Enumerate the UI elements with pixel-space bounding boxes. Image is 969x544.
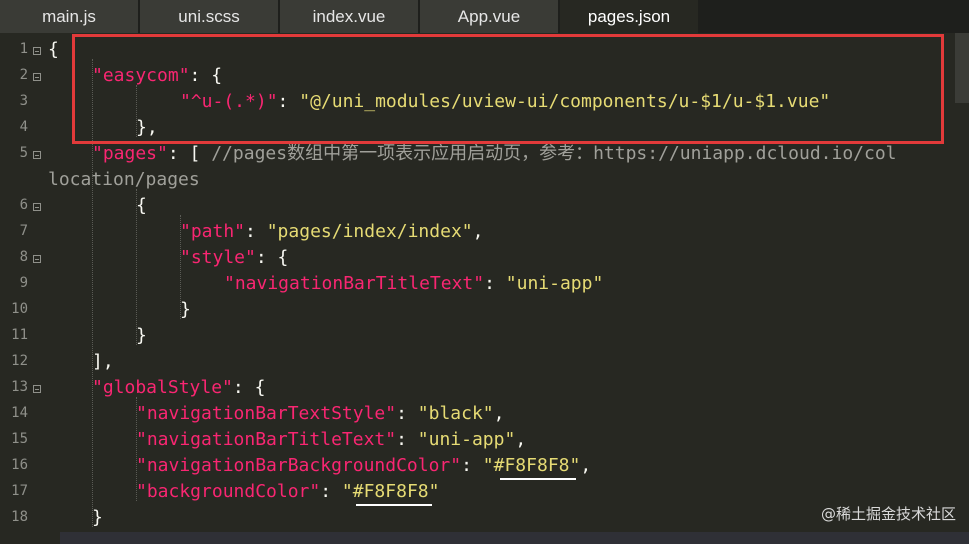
json-key: "navigationBarBackgroundColor"	[136, 455, 462, 476]
code-token: ,	[580, 455, 592, 476]
json-string: "pages/index/index"	[266, 221, 473, 242]
fold-toggle-icon[interactable]	[33, 73, 41, 81]
line-number: 4	[19, 119, 28, 135]
fold-toggle-icon[interactable]	[33, 203, 41, 211]
code-line: "globalStyle": {	[92, 375, 265, 401]
code-token: : {	[232, 377, 266, 398]
tab-main-js[interactable]: main.js	[0, 0, 140, 33]
horizontal-scrollbar[interactable]	[60, 532, 969, 544]
code-line: }	[92, 505, 103, 531]
code-line: "pages": [ //pages数组中第一项表示应用启动页，参考：https…	[92, 141, 897, 167]
code-line: }	[136, 323, 147, 349]
tab-uni-scss[interactable]: uni.scss	[140, 0, 280, 33]
code-token: ,	[515, 429, 527, 450]
fold-toggle-icon[interactable]	[33, 255, 41, 263]
code-token: :	[245, 221, 267, 242]
code-token: :	[461, 455, 483, 476]
code-token: : [	[167, 143, 212, 164]
code-token: {	[48, 39, 59, 60]
tab-label: main.js	[42, 6, 96, 26]
code-line: "navigationBarBackgroundColor": "#F8F8F8…	[136, 453, 591, 479]
line-number: 7	[19, 223, 28, 239]
line-number: 2	[19, 67, 28, 83]
code-line: "navigationBarTitleText": "uni-app",	[136, 427, 526, 453]
json-key: "navigationBarTextStyle"	[136, 403, 397, 424]
line-number: 3	[19, 93, 28, 109]
line-number: 16	[11, 457, 28, 473]
code-line: {	[48, 37, 59, 63]
json-string: "#F8F8F8"	[482, 455, 581, 476]
json-key: "navigationBarTitleText"	[136, 429, 397, 450]
line-number: 10	[11, 301, 28, 317]
code-token: ,	[472, 221, 484, 242]
code-token: }	[92, 507, 103, 528]
json-string: "uni-app"	[505, 273, 604, 294]
json-key: "pages"	[92, 143, 168, 164]
line-number: 9	[19, 275, 28, 291]
watermark: @稀土掘金技术社区	[820, 505, 956, 523]
code-token: :	[484, 273, 506, 294]
json-key: "backgroundColor"	[136, 481, 321, 502]
code-comment: //pages数组中第一项表示应用启动页，参考：https://uniapp.d…	[211, 143, 897, 164]
tab-label: pages.json	[587, 6, 671, 26]
line-number: 15	[11, 431, 28, 447]
line-number: 12	[11, 353, 28, 369]
tab-pages-json[interactable]: pages.json	[560, 0, 700, 33]
line-number: 11	[11, 327, 28, 343]
tab-bar: main.js uni.scss index.vue App.vue pages…	[0, 0, 969, 33]
fold-toggle-icon[interactable]	[33, 151, 41, 159]
line-number: 1	[19, 41, 28, 57]
tab-index-vue[interactable]: index.vue	[280, 0, 420, 33]
color-underline	[356, 504, 432, 506]
line-number: 8	[19, 249, 28, 265]
code-token: :	[396, 403, 418, 424]
code-line: "navigationBarTitleText": "uni-app"	[224, 271, 603, 297]
highlight-box	[72, 34, 944, 144]
scrollbar[interactable]	[955, 33, 969, 103]
code-token: }	[180, 299, 191, 320]
code-line: "path": "pages/index/index",	[180, 219, 483, 245]
code-token: : {	[255, 247, 289, 268]
line-number: 5	[19, 145, 28, 161]
line-number: 6	[19, 197, 28, 213]
tab-label: uni.scss	[178, 6, 240, 26]
tab-app-vue[interactable]: App.vue	[420, 0, 560, 33]
line-number: 13	[11, 379, 28, 395]
code-token: :	[396, 429, 418, 450]
code-token: ],	[92, 351, 114, 372]
tab-label: index.vue	[312, 6, 386, 26]
code-line: "backgroundColor": "#F8F8F8"	[136, 479, 439, 505]
json-string: "#F8F8F8"	[341, 481, 440, 502]
code-token: :	[320, 481, 342, 502]
fold-toggle-icon[interactable]	[33, 47, 41, 55]
code-token: ,	[493, 403, 505, 424]
code-token: {	[136, 195, 147, 216]
tab-label: App.vue	[457, 6, 521, 26]
line-number: 17	[11, 483, 28, 499]
code-comment: location/pages	[48, 169, 200, 190]
code-line: "style": {	[180, 245, 288, 271]
json-key: "path"	[180, 221, 246, 242]
json-string: "black"	[417, 403, 494, 424]
json-key: "globalStyle"	[92, 377, 233, 398]
line-number: 14	[11, 405, 28, 421]
code-token: }	[136, 325, 147, 346]
fold-toggle-icon[interactable]	[33, 385, 41, 393]
code-line: ],	[92, 349, 114, 375]
json-key: "navigationBarTitleText"	[224, 273, 485, 294]
code-line: "navigationBarTextStyle": "black",	[136, 401, 504, 427]
json-string: "uni-app"	[417, 429, 516, 450]
code-line: }	[180, 297, 191, 323]
line-number-gutter: 1 2 3 4 5 6 7 8 9 10 11 12 13 14 15 16 1…	[0, 33, 46, 544]
code-line-wrapped: location/pages	[48, 167, 200, 193]
json-key: "style"	[180, 247, 256, 268]
color-underline	[500, 478, 576, 480]
line-number: 18	[11, 509, 28, 525]
code-line: {	[136, 193, 147, 219]
